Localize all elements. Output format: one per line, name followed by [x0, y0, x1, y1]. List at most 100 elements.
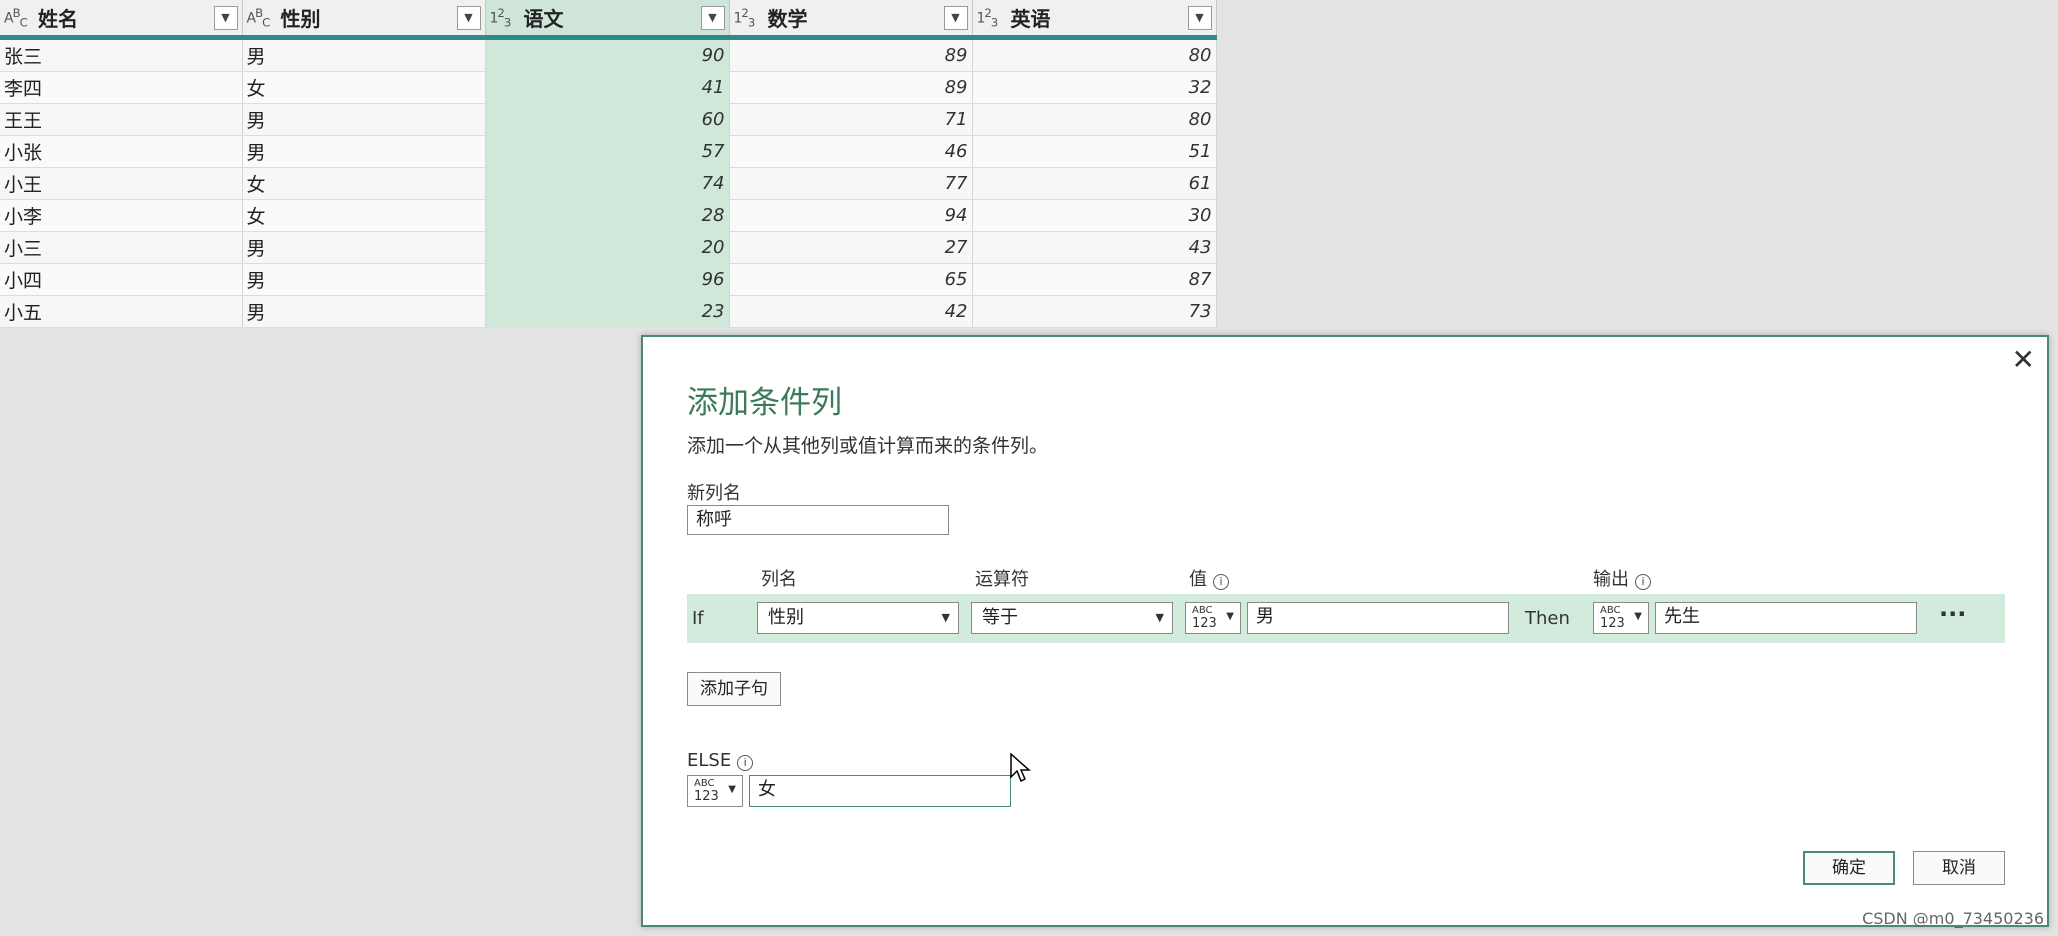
table-cell[interactable]: 61: [972, 167, 1217, 200]
table-cell[interactable]: 32: [972, 71, 1217, 104]
value-type-picker[interactable]: ABC 123 ▼: [1185, 602, 1241, 634]
column-filter-button[interactable]: ▼: [1187, 5, 1212, 30]
close-icon[interactable]: ✕: [2012, 343, 2035, 376]
table-row[interactable]: 王王男 60 71 80: [0, 103, 1217, 136]
table-cell[interactable]: 男: [242, 103, 486, 136]
table-cell[interactable]: 王王: [0, 103, 243, 136]
mouse-cursor-icon: [1010, 753, 1031, 783]
table-cell[interactable]: 女: [242, 71, 486, 104]
else-value-input[interactable]: 女: [749, 775, 1011, 807]
table-cell[interactable]: 65: [729, 263, 973, 296]
column-name-select[interactable]: 性别 ▼: [757, 602, 959, 634]
table-cell[interactable]: 27: [729, 231, 973, 264]
table-cell[interactable]: 51: [972, 135, 1217, 168]
more-options-icon[interactable]: ···: [1939, 600, 1966, 628]
table-cell[interactable]: 80: [972, 37, 1217, 72]
table-cell[interactable]: 43: [972, 231, 1217, 264]
column-header-name[interactable]: ABC 姓名 ▼: [0, 0, 243, 40]
table-cell[interactable]: 90: [485, 37, 730, 72]
table-row[interactable]: 小三男 20 27 43: [0, 231, 1217, 264]
value-header: 值i: [1189, 565, 1229, 591]
table-cell[interactable]: 男: [242, 135, 486, 168]
table-cell[interactable]: 57: [485, 135, 730, 168]
table-cell[interactable]: 71: [729, 103, 973, 136]
info-icon: i: [737, 755, 754, 771]
cancel-button[interactable]: 取消: [1913, 851, 2005, 885]
table-cell[interactable]: 87: [972, 263, 1217, 296]
table-cell[interactable]: 女: [242, 199, 486, 232]
table-row[interactable]: 小五男 23 42 73: [0, 295, 1217, 328]
output-header: 输出 i: [1593, 565, 1651, 591]
table-cell[interactable]: 李四: [0, 71, 243, 104]
condition-rule-row: If 性别 ▼ 等于 ▼ ABC 123 ▼ 男 Then ABC 123 ▼ 先生…: [687, 594, 2005, 643]
column-filter-button[interactable]: ▼: [700, 5, 725, 30]
table-cell[interactable]: 小李: [0, 199, 243, 232]
table-cell[interactable]: 30: [972, 199, 1217, 232]
number-type-icon: 123: [489, 5, 512, 30]
else-type-picker[interactable]: ABC 123 ▼: [687, 775, 743, 807]
else-label: ELSE i: [687, 750, 754, 771]
table-cell[interactable]: 89: [729, 37, 973, 72]
table-cell[interactable]: 男: [242, 37, 486, 72]
table-cell[interactable]: 张三: [0, 37, 243, 72]
table-cell[interactable]: 41: [485, 71, 730, 104]
table-cell[interactable]: 小三: [0, 231, 243, 264]
table-cell[interactable]: 23: [485, 295, 730, 328]
table-cell[interactable]: 77: [729, 167, 973, 200]
chevron-down-icon: ▼: [1155, 611, 1164, 624]
table-cell[interactable]: 74: [485, 167, 730, 200]
chevron-down-icon: ▼: [1634, 611, 1642, 622]
value-input[interactable]: 男: [1247, 602, 1509, 634]
table-cell[interactable]: 28: [485, 199, 730, 232]
table-cell[interactable]: 女: [242, 167, 486, 200]
dialog-description: 添加一个从其他列或值计算而来的条件列。: [687, 435, 1049, 457]
column-filter-button[interactable]: ▼: [456, 5, 481, 30]
column-name-header: 列名: [761, 569, 797, 590]
operator-select[interactable]: 等于 ▼: [971, 602, 1173, 634]
then-label: Then: [1525, 608, 1570, 629]
text-type-icon: ABC: [246, 5, 271, 30]
table-cell[interactable]: 42: [729, 295, 973, 328]
operator-header: 运算符: [975, 569, 1029, 590]
column-filter-button[interactable]: ▼: [943, 5, 968, 30]
column-header-english[interactable]: 123 英语 ▼: [972, 0, 1217, 40]
table-row[interactable]: 张三男 90 89 80: [0, 37, 1217, 72]
text-type-icon: ABC: [4, 5, 28, 30]
watermark: CSDN @m0_73450236: [1862, 909, 2044, 928]
table-row[interactable]: 李四女 41 89 32: [0, 71, 1217, 104]
data-grid: ABC 姓名 ▼ ABC 性别 ▼ 123 语文 ▼ 123 数学 ▼ 123 …: [0, 0, 1217, 328]
if-label: If: [692, 608, 704, 629]
column-filter-button[interactable]: ▼: [213, 5, 238, 30]
ok-button[interactable]: 确定: [1803, 851, 1895, 885]
table-cell[interactable]: 80: [972, 103, 1217, 136]
table-cell[interactable]: 男: [242, 263, 486, 296]
column-header-gender[interactable]: ABC 性别 ▼: [242, 0, 486, 40]
add-clause-button[interactable]: 添加子句: [687, 672, 781, 706]
new-column-name-input[interactable]: 称呼: [687, 505, 949, 535]
column-header-chinese[interactable]: 123 语文 ▼: [485, 0, 730, 40]
table-row[interactable]: 小四男 96 65 87: [0, 263, 1217, 296]
table-cell[interactable]: 小四: [0, 263, 243, 296]
table-row[interactable]: 小李女 28 94 30: [0, 199, 1217, 232]
table-cell[interactable]: 20: [485, 231, 730, 264]
new-column-label: 新列名: [687, 483, 741, 504]
table-cell[interactable]: 94: [729, 199, 973, 232]
number-type-icon: 123: [733, 5, 756, 30]
add-conditional-column-dialog: ✕ 添加条件列 添加一个从其他列或值计算而来的条件列。 新列名 称呼 列名 运算…: [641, 335, 2049, 927]
table-cell[interactable]: 小张: [0, 135, 243, 168]
table-cell[interactable]: 男: [242, 295, 486, 328]
column-header-math[interactable]: 123 数学 ▼: [729, 0, 973, 40]
output-type-picker[interactable]: ABC 123 ▼: [1593, 602, 1649, 634]
output-input[interactable]: 先生: [1655, 602, 1917, 634]
table-row[interactable]: 小王女 74 77 61: [0, 167, 1217, 200]
table-cell[interactable]: 男: [242, 231, 486, 264]
chevron-down-icon: ▼: [941, 611, 950, 624]
table-cell[interactable]: 96: [485, 263, 730, 296]
table-cell[interactable]: 小王: [0, 167, 243, 200]
table-cell[interactable]: 46: [729, 135, 973, 168]
table-cell[interactable]: 60: [485, 103, 730, 136]
table-row[interactable]: 小张男 57 46 51: [0, 135, 1217, 168]
table-cell[interactable]: 小五: [0, 295, 243, 328]
table-cell[interactable]: 89: [729, 71, 973, 104]
table-cell[interactable]: 73: [972, 295, 1217, 328]
